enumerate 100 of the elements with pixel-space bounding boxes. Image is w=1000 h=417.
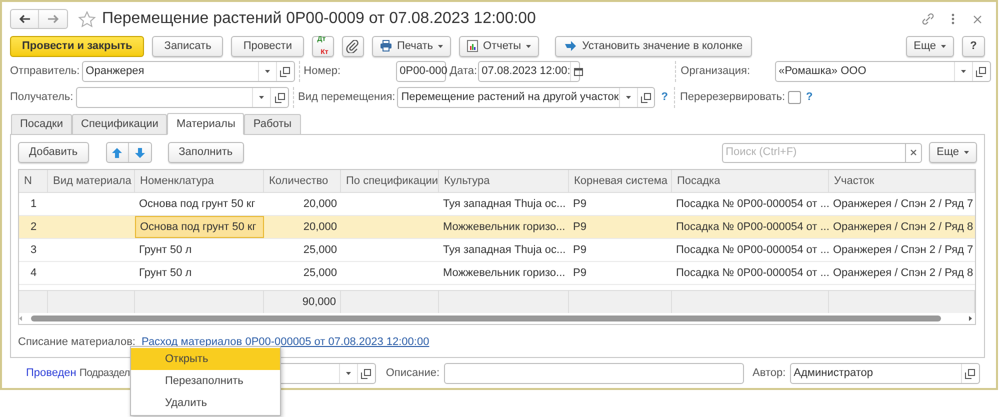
caret-icon: [941, 44, 946, 48]
star-icon[interactable]: [78, 10, 96, 28]
toolbar-button[interactable]: Провести: [231, 36, 304, 56]
number-field[interactable]: 0P00-000: [396, 61, 446, 82]
table-cell-text: 25,000: [302, 242, 338, 258]
author-field[interactable]: Администратор: [790, 363, 980, 384]
column-header[interactable]: Корневая система: [569, 170, 672, 192]
description-field[interactable]: [444, 363, 744, 384]
menu-item[interactable]: Открыть: [131, 348, 280, 370]
status-link[interactable]: Проведен: [26, 365, 76, 382]
down-arrow-icon: [134, 148, 145, 158]
open-icon: [274, 92, 284, 102]
field-label: Номер:: [304, 64, 342, 80]
table-cell-text: Туя западная Thuja ос...: [442, 242, 567, 258]
reports-button[interactable]: Отчеты: [459, 36, 540, 56]
open-icon: [641, 92, 652, 102]
open-icon: [965, 368, 976, 378]
table-cell-text: 20,000: [302, 196, 338, 212]
field-label: Автор:: [752, 366, 786, 382]
open-icon: [976, 66, 986, 76]
link-icon[interactable]: [921, 12, 935, 26]
toolbar-button[interactable]: Записать: [152, 36, 224, 56]
table-cell-text: P9: [572, 196, 588, 212]
table-cell-text: 20,000: [302, 220, 338, 235]
add-button[interactable]: Добавить: [18, 142, 89, 163]
more-button[interactable]: Еще: [928, 142, 977, 163]
caret-icon: [964, 151, 969, 154]
search-field[interactable]: Поиск (Ctrl+F): [722, 142, 905, 162]
table-cell-text: P9: [572, 242, 588, 258]
forward-arrow-icon: [47, 14, 59, 24]
tab[interactable]: Спецификации: [72, 114, 168, 135]
receiver-field[interactable]: [76, 87, 289, 108]
tab[interactable]: Работы: [244, 114, 301, 135]
table-cell-text: 2: [29, 220, 38, 235]
rereserve-checkbox[interactable]: [788, 91, 802, 104]
table-cell-text: P9: [572, 220, 588, 235]
arrow-icon: [564, 40, 578, 52]
caret-icon: [960, 70, 966, 73]
more-menu-icon[interactable]: [951, 13, 955, 25]
movement-type-field[interactable]: Перемещение растений на другой участок: [397, 87, 656, 108]
field-label: Получатель:: [10, 90, 74, 106]
column-header[interactable]: Количество: [264, 170, 341, 192]
organization-field[interactable]: «Ромашка» ООО: [774, 61, 991, 82]
table-cell-text: Грунт 50 л: [138, 266, 193, 281]
column-header[interactable]: По спецификации: [341, 170, 439, 192]
close-icon: [910, 149, 917, 156]
help-button[interactable]: ?: [962, 36, 985, 56]
close-icon[interactable]: [973, 14, 982, 24]
tab[interactable]: Материалы: [167, 113, 244, 135]
menu-item[interactable]: Удалить: [131, 392, 280, 414]
menu-item[interactable]: Перезаполнить: [131, 370, 280, 392]
fill-button[interactable]: Заполнить: [168, 142, 244, 163]
post-and-close-button[interactable]: Провести и закрыть: [10, 36, 144, 56]
column-header[interactable]: Культура: [439, 170, 569, 192]
table-cell-text: 25,000: [302, 266, 338, 281]
caret-icon: [626, 96, 631, 99]
table-cell-text: Посадка № 0P00-000054 от ...: [675, 220, 829, 235]
column-header[interactable]: Посадка: [672, 170, 829, 192]
table-cell-text: Туя западная Thuja ос...: [442, 196, 567, 212]
up-arrow-icon: [112, 148, 122, 158]
caret-icon: [438, 44, 444, 48]
table-cell-text: Оранжерея / Спэн 2 / Ряд 8: [832, 220, 974, 235]
field-label: Списание материалов:: [18, 335, 136, 350]
table-cell-text: 4: [29, 266, 38, 281]
table-cell-text: Оранжерея / Спэн 2 / Ряд 7: [832, 242, 974, 258]
sender-field[interactable]: Оранжерея: [82, 61, 295, 82]
table-cell-text: 1: [29, 196, 38, 212]
back-arrow-icon: [18, 14, 30, 24]
window-title: Перемещение растений 0P00-0009 от 07.08.2023 12:00:00: [102, 9, 536, 29]
print-button[interactable]: Печать: [372, 36, 452, 56]
table-cell-text: Посадка № 0P00-000054 от ...: [675, 242, 829, 258]
help-link[interactable]: ?: [806, 89, 813, 106]
table-cell: Основа под грунт 50 кг: [135, 216, 264, 238]
date-field[interactable]: 07.08.2023 12:00:: [478, 61, 580, 82]
calendar-icon: [574, 67, 584, 76]
set-column-value-button[interactable]: Установить значение в колонке: [555, 36, 752, 56]
column-header[interactable]: Номенклатура: [135, 170, 264, 192]
field-label: Отправитель:: [10, 64, 81, 80]
table-cell-text: 3: [29, 242, 38, 258]
caret-icon: [259, 96, 264, 99]
tab[interactable]: Посадки: [11, 114, 72, 135]
field-label: Организация:: [680, 64, 752, 80]
table-cell-text: Посадка № 0P00-000054 от ...: [675, 266, 829, 281]
field-label: Подраздел: [79, 366, 130, 381]
column-header[interactable]: Вид материала: [48, 170, 135, 192]
paperclip-icon: [346, 40, 360, 52]
field-label: Дата:: [450, 64, 478, 80]
more-button[interactable]: Еще: [906, 36, 954, 56]
table-cell-text: Можжевельник горизо...: [442, 220, 566, 235]
total-cell: 90,000: [264, 291, 341, 313]
help-link[interactable]: ?: [661, 89, 668, 106]
table-cell-text: Можжевельник горизо...: [442, 266, 566, 281]
column-header[interactable]: N: [19, 170, 48, 192]
table-cell-text: Оранжерея / Спэн 2 / Ряд 8: [832, 266, 974, 281]
column-header[interactable]: Участок: [829, 170, 975, 192]
printer-icon: [380, 40, 392, 52]
clear-button[interactable]: [904, 142, 922, 162]
attach-button[interactable]: [342, 36, 364, 56]
report-icon: [467, 40, 478, 52]
open-button[interactable]: [270, 88, 288, 107]
